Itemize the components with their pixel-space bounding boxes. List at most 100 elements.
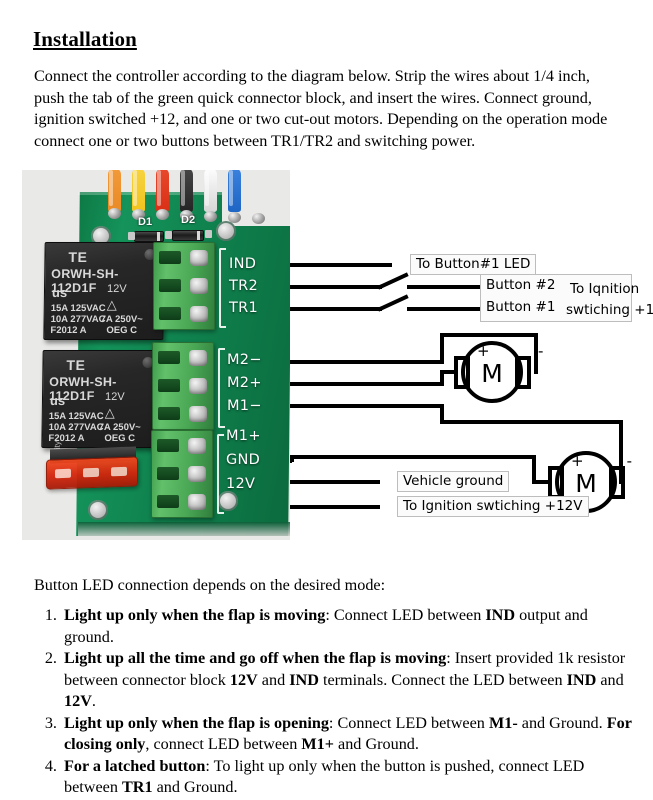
- mode-3-text-2: and Ground.: [517, 713, 607, 732]
- terminal-label-m2-plus: M2+: [227, 375, 262, 391]
- motor1-terminal-right: [515, 356, 531, 389]
- motor2-terminal-right: [609, 466, 625, 499]
- terminal-label-m1-plus: M1+: [226, 428, 261, 444]
- relay-ul-mark: us: [49, 393, 66, 408]
- mode-2-term-4: 12V: [64, 692, 92, 710]
- relay-brand: TE: [68, 249, 88, 265]
- switch-lever-tr2: [377, 272, 409, 290]
- connector-slot[interactable]: [157, 495, 179, 508]
- label-button2: Button #2: [486, 277, 556, 293]
- connector-pin-m1-minus[interactable]: [189, 406, 207, 422]
- motor2-minus-sign: -: [627, 452, 632, 470]
- diode-pad: [205, 230, 212, 238]
- mode-4-text-2: and Ground.: [152, 778, 238, 796]
- terminal-bracket: [218, 348, 225, 428]
- pcb-bottom-edge: [78, 522, 290, 536]
- connector-slot[interactable]: [158, 407, 180, 420]
- connector-block-3[interactable]: [151, 430, 213, 518]
- solder-joint: [252, 213, 265, 224]
- connector-slot[interactable]: [157, 467, 179, 480]
- wire-m2-plus-to-motor1-pos: [440, 370, 455, 386]
- mode-2-term-1: 12V: [229, 670, 258, 689]
- connector-pin-gnd[interactable]: [188, 466, 206, 482]
- connector-pin-ind[interactable]: [190, 250, 208, 266]
- label-ignition-group: Button #2 Button #1 To Iqnition swtichin…: [480, 274, 653, 322]
- label-ignition-line1: To Iqnition: [570, 281, 640, 297]
- connector-block-1[interactable]: [153, 242, 215, 330]
- label-button1-led: To Button#1 LED: [410, 254, 537, 275]
- mode-3-term-3: M1+: [301, 735, 334, 753]
- list-item: Light up all the time and go off when th…: [61, 648, 634, 713]
- connector-slot[interactable]: [157, 439, 179, 452]
- relay-1: TE ORWH-SH-112D1F us 12V △ 15A 125VAC 10…: [43, 242, 165, 340]
- mode-3-text-3: , connect LED between: [145, 735, 302, 753]
- mounting-hole: [216, 221, 236, 241]
- terminal-label-12v: 12V: [226, 476, 256, 492]
- mode-3-term-1: M1-: [488, 713, 518, 732]
- mode-4-term-1: TR1: [121, 778, 153, 796]
- connector-pin-tr2[interactable]: [190, 278, 208, 294]
- relay-rating-5: OEG C: [106, 325, 138, 336]
- mode-1-term-1: IND: [485, 606, 516, 624]
- relay-coil-voltage: 12V: [106, 283, 127, 295]
- relay-rating-5: OEG C: [104, 433, 136, 444]
- wire-m1-plus-to-motor2-pos: [532, 455, 549, 484]
- wire-blue: [228, 170, 241, 212]
- relay-warning-triangle-icon: △: [106, 297, 117, 312]
- switch-lever-tr1: [377, 294, 409, 312]
- document-page: Installation Connect the controller acco…: [0, 0, 653, 800]
- connector-slot[interactable]: [158, 351, 180, 364]
- connector-pin-m2-minus[interactable]: [189, 350, 207, 366]
- terminal-label-m1-minus: M1−: [227, 398, 262, 414]
- connector-slot[interactable]: [159, 279, 181, 292]
- schematic-overlay: + - + - M M To Button#1 LED Button #2 Bu…: [290, 170, 653, 540]
- terminal-bracket: [217, 434, 224, 514]
- connector-slot[interactable]: [159, 307, 181, 320]
- motor1-minus-sign: -: [538, 342, 543, 360]
- connector-slot[interactable]: [158, 379, 180, 392]
- relay-rating-4: 7A 250V~: [98, 422, 141, 433]
- mode-1-text-1: : Connect LED between: [325, 606, 486, 624]
- solder-joint: [204, 211, 217, 222]
- wire-black: [180, 170, 193, 212]
- mode-3-text-1: : Connect LED between: [328, 713, 489, 732]
- mode-2-term-3: IND: [566, 670, 597, 689]
- mode-2-text-3: terminals. Connect the LED between: [318, 670, 567, 689]
- terminal-label-tr1: TR1: [229, 300, 259, 316]
- wiring-diagram-figure: D1 D2 TE ORWH-SH-112D1F us 12V △ 15A 125…: [22, 170, 653, 540]
- mounting-hole: [88, 500, 108, 520]
- list-item: For a latched button: To light up only w…: [61, 756, 634, 799]
- wire-white: [204, 170, 217, 212]
- label-ignition-12v: To Ignition swtiching +12V: [397, 496, 589, 517]
- mode-3-title: Light up only when the flap is opening: [64, 713, 329, 732]
- motor2-plus-sign: +: [571, 452, 584, 470]
- relay-rating-2: 10A 277VAC: [48, 422, 104, 433]
- terminal-label-gnd: GND: [226, 452, 261, 468]
- mode-2-text-2: and: [257, 670, 290, 689]
- mode-4-title: For a latched button: [64, 756, 206, 775]
- mode-2-title: Light up all the time and go off when th…: [64, 649, 447, 667]
- relay-2: TE ORWH-SH-112D1F us 12V △ 15A 125VAC 10…: [41, 350, 163, 448]
- connector-pin-tr1[interactable]: [190, 306, 208, 322]
- terminal-bracket: [219, 248, 226, 328]
- relay-ul-mark: us: [51, 285, 68, 300]
- list-item: Light up only when the flap is moving: C…: [61, 605, 634, 648]
- relay-rating-2: 10A 277VAC: [50, 314, 106, 325]
- terminal-label-m2-minus: M2−: [227, 352, 262, 368]
- relay-rating-4: 7A 250V~: [100, 314, 143, 325]
- motor2-symbol: M: [575, 469, 597, 498]
- connector-slot[interactable]: [159, 251, 181, 264]
- mode-1-title: Light up only when the flap is moving: [64, 606, 326, 624]
- relay-brand: TE: [66, 357, 86, 373]
- connector-block-2[interactable]: [152, 342, 214, 430]
- diode-pad: [165, 231, 172, 239]
- connector-pin-12v[interactable]: [188, 494, 206, 510]
- led-modes-list: Light up only when the flap is moving: C…: [34, 605, 634, 799]
- list-item: Light up only when the flap is opening: …: [61, 713, 634, 756]
- label-button1: Button #1: [486, 299, 556, 315]
- solder-joint: [108, 208, 121, 219]
- solder-joint: [156, 209, 169, 220]
- connector-pin-m1-plus[interactable]: [188, 438, 206, 454]
- connector-pin-m2-plus[interactable]: [189, 378, 207, 394]
- mode-3-text-4: and Ground.: [333, 735, 419, 753]
